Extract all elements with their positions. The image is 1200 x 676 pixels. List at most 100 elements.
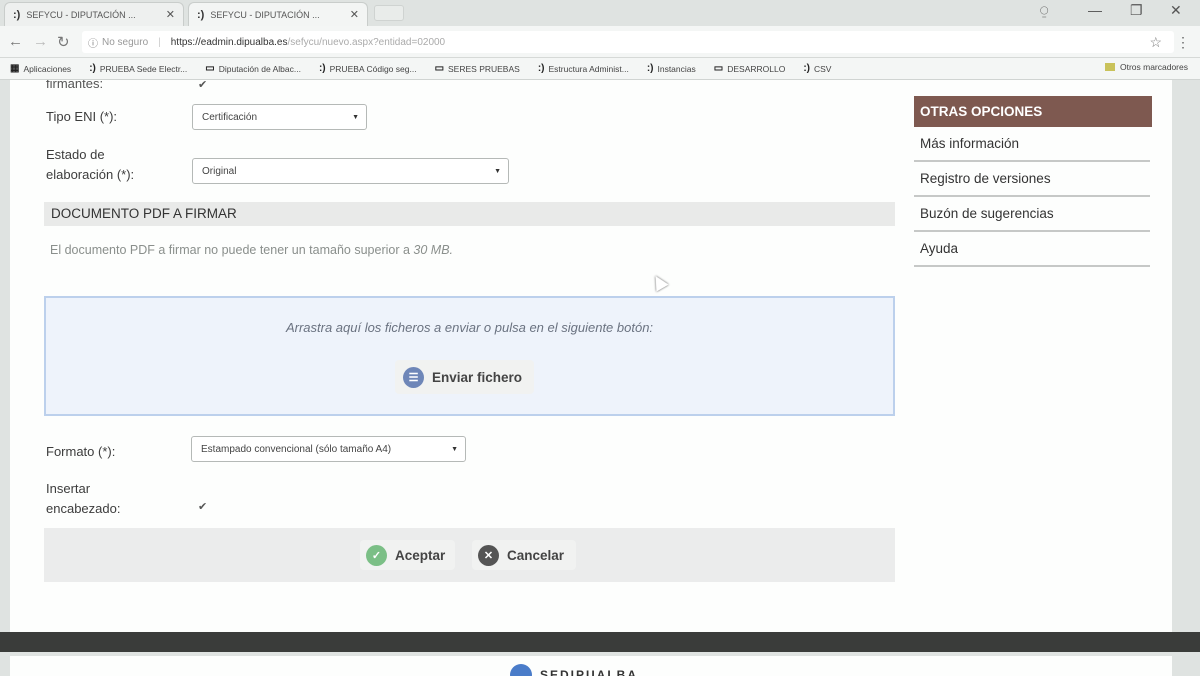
bookmark-label: CSV [814,63,832,74]
estado-value: Original [202,165,237,177]
file-dropzone[interactable]: Arrastra aquí los ficheros a enviar o pu… [44,296,895,416]
info-icon[interactable]: ⓘ [88,35,98,50]
address-bar: ← → ↻ ⓘ No seguro | https://eadmin.dipua… [0,26,1200,58]
browser-tab-2[interactable]: :) SEFYCU - DIPUTACIÓN ... ✕ [188,2,368,26]
bookmark-star-icon[interactable]: ☆ [1149,34,1162,51]
insertar-label-line1: Insertar [46,481,91,496]
other-bookmarks[interactable]: Otros marcadores [1104,62,1188,72]
tab-title: SEFYCU - DIPUTACIÓN ... [26,9,136,20]
reload-icon[interactable]: ↻ [57,33,70,51]
folder-icon [1104,63,1115,71]
site-favicon-icon: ▭ [434,63,445,74]
forward-icon[interactable]: → [33,33,48,50]
restore-icon[interactable]: ❐ [1130,2,1143,19]
bookmark-label: Estructura Administ... [548,63,629,74]
bookmark-label: PRUEBA Sede Electr... [99,63,188,74]
profile-icon[interactable]: ⍜ [1040,2,1048,19]
insertar-label-line2: encabezado: [46,501,121,516]
accept-label: Aceptar [395,547,446,563]
site-favicon-icon: :) [89,63,96,74]
security-label: No seguro [102,36,149,48]
url-path: /sefycu/nuevo.aspx?entidad=02000 [287,36,446,48]
bookmark-label: Instancias [657,63,696,74]
sidebar-item-registro-versiones[interactable]: Registro de versiones [914,162,1150,197]
bookmark-item[interactable]: :) Instancias [647,63,696,74]
estado-label-line1: Estado de [46,147,105,162]
chevron-down-icon: ▼ [352,113,359,121]
estado-elaboracion-select[interactable]: Original ▼ [192,158,509,184]
site-favicon-icon: :) [13,8,21,21]
bookmark-item[interactable]: ▭ DESARROLLO [714,63,786,74]
bookmarks-bar: ▦ Aplicaciones :) PRUEBA Sede Electr... ▭ D… [0,58,1200,80]
footer-band [0,632,1200,652]
tipo-eni-select[interactable]: Certificación ▼ [192,104,367,130]
bookmark-label: Diputación de Albac... [218,63,301,74]
size-notice: El documento PDF a firmar no puede tener… [50,243,453,257]
sidebar-title: OTRAS OPCIONES [914,96,1152,127]
estado-label-line2: elaboración (*): [46,167,135,182]
url-separator: | [158,36,161,48]
chevron-down-icon: ▼ [494,167,501,175]
cancel-button[interactable]: ✕ Cancelar [472,540,577,570]
close-circle-icon: ✕ [478,544,499,566]
browser-menu-icon[interactable]: ⋮ [1176,34,1190,51]
footer-logo: SEDIPUALBA [510,664,638,676]
site-favicon-icon: :) [318,63,326,74]
formato-value: Estampado convencional (sólo tamaño A4) [201,443,392,455]
upload-file-label: Enviar fichero [432,369,523,385]
check-circle-icon: ✓ [366,544,387,566]
other-bookmarks-label: Otros marcadores [1119,62,1188,72]
url-input[interactable]: ⓘ No seguro | https://eadmin.dipualba.es… [82,31,1174,53]
tipo-eni-label: Tipo ENI (*): [46,109,118,124]
bookmark-item[interactable]: :) PRUEBA Sede Electr... [89,63,187,74]
mouse-cursor-icon [649,272,669,292]
back-icon[interactable]: ← [8,33,23,50]
tab-title: SEFYCU - DIPUTACIÓN ... [210,9,320,20]
site-favicon-icon: ▭ [713,63,724,74]
bookmark-label: PRUEBA Código seg... [329,63,417,74]
formato-label: Formato (*): [46,444,116,459]
action-bar: ✓ Aceptar ✕ Cancelar [44,528,895,582]
browser-tab-1[interactable]: :) SEFYCU - DIPUTACIÓN ... ✕ [4,2,184,26]
new-tab-button[interactable] [374,5,404,21]
dropzone-hint: Arrastra aquí los ficheros a enviar o pu… [285,320,654,335]
truncated-label: firmantes: [46,80,104,91]
footer: SEDIPUALBA [0,652,1200,676]
bookmark-item[interactable]: :) CSV [803,63,831,74]
notice-size: 30 MB. [413,243,454,257]
bookmark-item[interactable]: :) PRUEBA Código seg... [319,63,417,74]
close-window-icon[interactable]: ✕ [1170,2,1182,19]
accept-button[interactable]: ✓ Aceptar [360,540,456,570]
site-favicon-icon: :) [537,63,545,74]
url-host: https://eadmin.dipualba.es [170,36,288,48]
sidebar-item-ayuda[interactable]: Ayuda [914,232,1150,267]
notice-text: El documento PDF a firmar no puede tener… [50,243,414,257]
tab-close-icon[interactable]: ✕ [350,8,359,21]
site-favicon-icon: ▭ [205,63,215,74]
cancel-label: Cancelar [507,547,565,563]
sidebar: OTRAS OPCIONES Más información Registro … [914,80,1152,280]
firmantes-checkbox[interactable]: ✔ [198,80,207,91]
bookmark-item[interactable]: ▭ SERES PRUEBAS [435,63,520,74]
formato-select[interactable]: Estampado convencional (sólo tamaño A4) … [191,436,466,462]
bookmark-label: SERES PRUEBAS [448,63,520,74]
minimize-icon[interactable]: — [1088,2,1102,18]
bookmark-item[interactable]: ▭ Diputación de Albac... [205,63,301,74]
section-title: DOCUMENTO PDF A FIRMAR [44,202,895,226]
sidebar-item-mas-informacion[interactable]: Más información [914,127,1150,162]
apps-icon: ▦ [10,63,20,74]
site-favicon-icon: :) [646,63,654,74]
browser-tab-bar: :) SEFYCU - DIPUTACIÓN ... ✕ :) SEFYCU -… [0,0,1200,26]
insertar-encabezado-checkbox[interactable]: ✔ [198,500,207,513]
sidebar-item-buzon-sugerencias[interactable]: Buzón de sugerencias [914,197,1150,232]
site-favicon-icon: :) [803,63,810,74]
upload-file-button[interactable]: ☰ Enviar fichero [395,360,535,394]
bookmark-item[interactable]: ▦ Aplicaciones [10,63,71,74]
tipo-eni-value: Certificación [202,111,258,123]
bookmark-label: Aplicaciones [23,63,72,74]
chevron-down-icon: ▼ [451,445,458,453]
tab-close-icon[interactable]: ✕ [166,8,175,21]
bookmark-label: DESARROLLO [727,63,786,74]
bookmark-item[interactable]: :) Estructura Administ... [538,63,629,74]
upload-icon: ☰ [403,366,424,388]
